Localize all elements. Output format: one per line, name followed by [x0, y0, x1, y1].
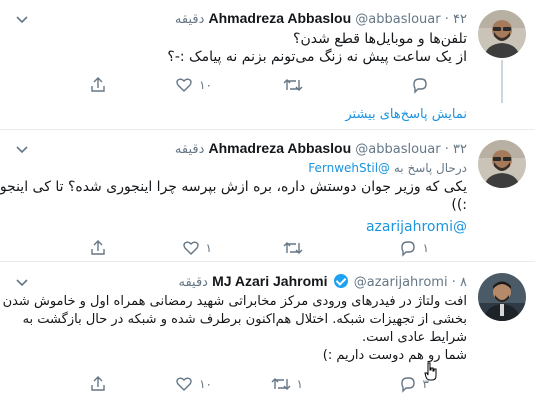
share-icon — [91, 240, 105, 255]
like-count: ۱۰ — [199, 377, 212, 391]
avatar[interactable] — [478, 273, 526, 321]
like-button[interactable]: ۱۰ — [175, 373, 212, 395]
reply-icon — [413, 78, 427, 94]
replying-to: درحال پاسخ به @FernwehStil — [308, 160, 467, 176]
retweet-icon — [283, 79, 303, 91]
verified-badge-icon — [333, 274, 348, 288]
replying-to-link[interactable]: @FernwehStil — [308, 161, 390, 175]
share-button[interactable] — [89, 237, 107, 259]
retweet-button[interactable] — [283, 74, 303, 96]
share-icon — [91, 376, 105, 391]
tweet-text-line: تلفن‌ها و موبایل‌ها قطع شدن؟ — [293, 31, 467, 47]
user-handle[interactable]: @azarijahromi — [354, 275, 448, 290]
tweet-text-line: شما رو هم دوست داریم :) — [322, 348, 467, 363]
separator-dot: · — [451, 275, 456, 290]
reply-icon — [400, 241, 415, 257]
reply-button[interactable] — [411, 74, 429, 96]
separator-dot: · — [444, 12, 449, 27]
action-bar: ۱ ۱ — [0, 237, 535, 259]
tweet-text-line: شرایط عادی است. — [362, 330, 467, 345]
share-icon — [91, 77, 105, 92]
reply-icon — [400, 377, 415, 393]
avatar[interactable] — [478, 10, 526, 58]
show-more-replies-link[interactable]: نمایش پاسخ‌های بیشتر — [345, 107, 467, 122]
tweet-text: تلفن‌ها و موبایل‌ها قطع شدن؟ از یک ساعت … — [18, 30, 467, 66]
reply-button[interactable]: ۱ — [399, 237, 429, 259]
tweet-text-line: :)) — [451, 197, 467, 213]
display-name[interactable]: Ahmadreza Abbaslou — [209, 140, 352, 156]
user-handle[interactable]: @abbaslouar — [355, 12, 440, 27]
retweet-icon — [271, 378, 291, 390]
chevron-down-icon[interactable] — [14, 12, 30, 26]
heart-icon — [182, 241, 199, 255]
tweet-text-line: از یک ساعت پیش نه زنگ می‌تونم بزنم نه پی… — [167, 49, 467, 65]
replying-prefix: درحال پاسخ به — [393, 161, 467, 175]
retweet-button[interactable]: ۱ — [271, 373, 303, 395]
share-button[interactable] — [89, 373, 107, 395]
like-count: ۱۰ — [199, 78, 212, 92]
retweet-icon — [283, 242, 303, 254]
tweet-header: Ahmadreza Abbaslou @abbaslouar · ۴۲ دقیق… — [175, 9, 467, 29]
avatar[interactable] — [478, 140, 526, 188]
chevron-down-icon[interactable] — [14, 275, 30, 289]
share-button[interactable] — [89, 74, 107, 96]
tweet-header: MJ Azari Jahromi @azarijahromi · ۸ دقیقه — [178, 272, 467, 292]
heart-icon — [176, 377, 192, 391]
tweet[interactable]: Ahmadreza Abbaslou @abbaslouar · ۴۲ دقیق… — [0, 0, 535, 103]
action-bar: ۱۰ — [0, 74, 535, 96]
tweet-text-line: بخشی از تجهیزات شبکه. اختلال هم‌اکنون بر… — [22, 312, 467, 327]
show-more-replies[interactable]: نمایش پاسخ‌های بیشتر — [0, 103, 535, 130]
heart-icon — [176, 78, 192, 92]
reply-count: ۱ — [422, 241, 429, 255]
mention-link[interactable]: @azarijahromi — [18, 218, 467, 236]
tweet-text-line: یکی که وزیر جوان دوستش داره، بره ازش بپر… — [0, 179, 467, 195]
display-name[interactable]: MJ Azari Jahromi — [212, 273, 327, 289]
tweet-header: Ahmadreza Abbaslou @abbaslouar · ۳۲ دقیق… — [175, 139, 467, 159]
tweet-text: افت ولتاژ در فیدرهای ورودی مرکز مخابراتی… — [2, 293, 467, 365]
like-button[interactable]: ۱۰ — [175, 74, 212, 96]
action-bar: ۳ ۱ ۱۰ — [0, 373, 535, 395]
tweet[interactable]: Ahmadreza Abbaslou @abbaslouar · ۳۲ دقیق… — [0, 130, 535, 262]
like-count: ۱ — [205, 241, 212, 255]
tweet-text-line: افت ولتاژ در فیدرهای ورودی مرکز مخابراتی… — [2, 294, 467, 309]
user-handle[interactable]: @abbaslouar — [355, 142, 440, 157]
like-button[interactable]: ۱ — [182, 237, 212, 259]
tweet-text: یکی که وزیر جوان دوستش داره، بره ازش بپر… — [0, 178, 467, 236]
hand-cursor-icon — [424, 362, 437, 381]
tweet[interactable]: MJ Azari Jahromi @azarijahromi · ۸ دقیقه… — [0, 263, 535, 402]
retweet-button[interactable] — [283, 237, 303, 259]
separator-dot: · — [444, 142, 449, 157]
display-name[interactable]: Ahmadreza Abbaslou — [209, 10, 352, 26]
retweet-count: ۱ — [296, 377, 303, 391]
chevron-down-icon[interactable] — [14, 142, 30, 156]
